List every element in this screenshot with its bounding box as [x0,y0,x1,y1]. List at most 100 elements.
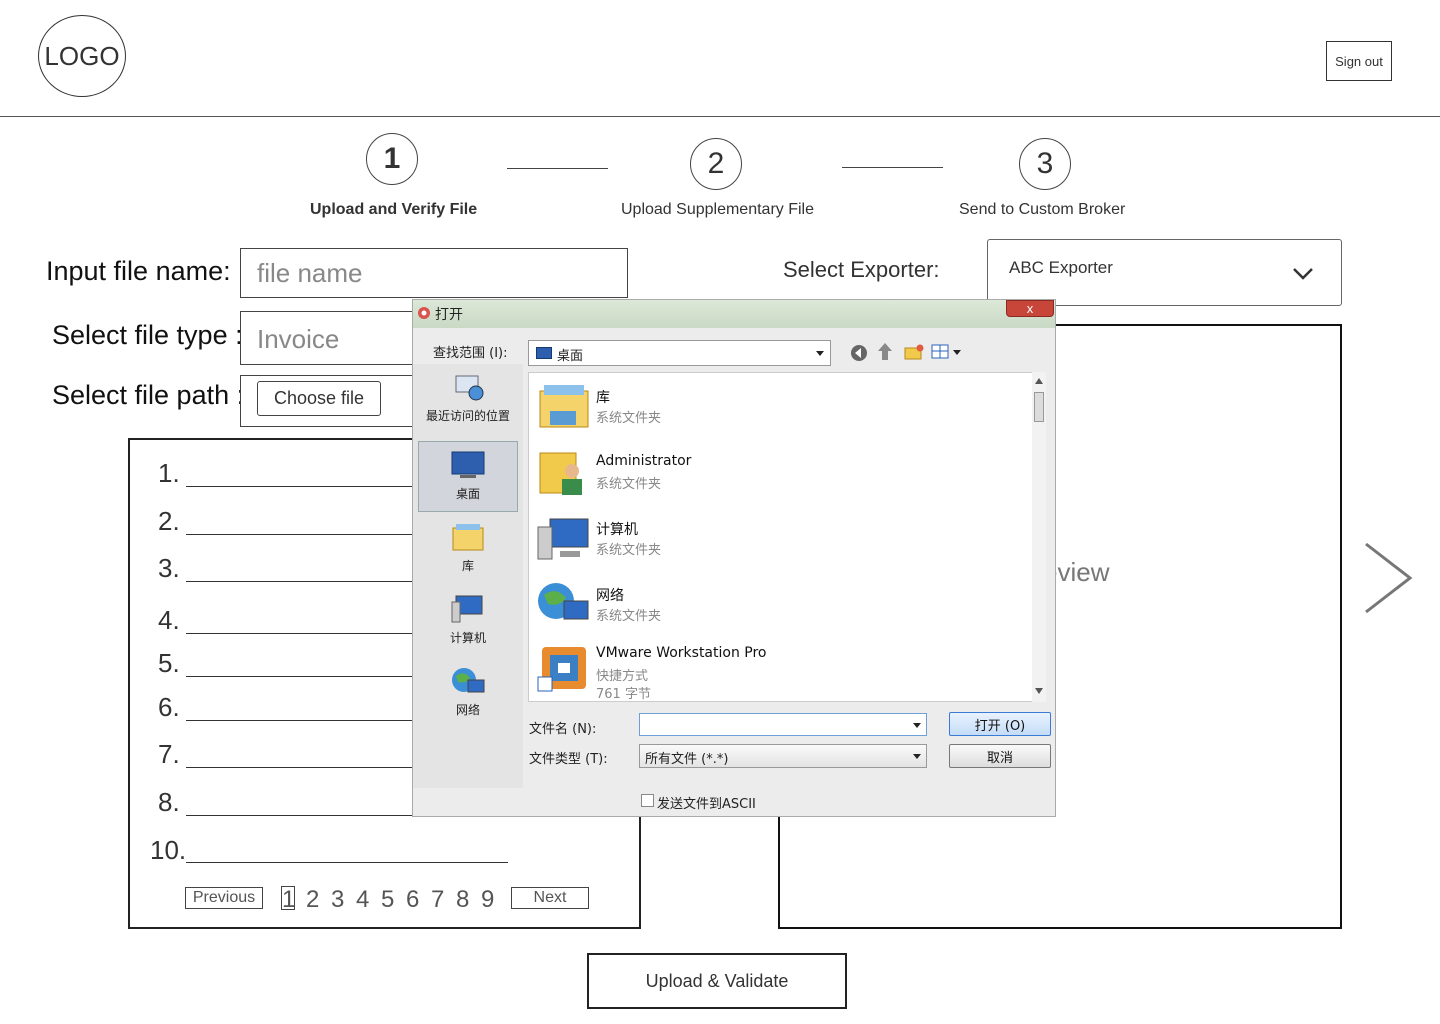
dialog-file-type-select[interactable]: 所有文件 (*.*) [639,744,927,768]
file-path-label: Select file path : [52,380,245,410]
file-name: VMware Workstation Pro [596,645,767,661]
next-page-button[interactable]: Next [511,887,589,909]
chevron-down-icon [816,351,824,356]
sidebar-item-label: 库 [461,559,474,573]
page-link[interactable]: 4 [356,886,369,914]
list-line [186,486,412,487]
list-line [186,720,412,721]
file-name-label: Input file name: [46,256,231,286]
header-divider [0,116,1440,117]
file-size: 761 字节 [596,687,651,702]
look-in-combo[interactable]: 桌面 [528,340,831,366]
page-link[interactable]: 1 [282,886,295,914]
chevron-down-icon [913,754,921,759]
file-name: Administrator [596,453,692,469]
file-name: 库 [596,390,610,406]
file-item-vmware[interactable]: VMware Workstation Pro 快捷方式 761 字节 [534,635,1004,702]
step-3-label: Send to Custom Broker [959,201,1126,218]
sign-out-button[interactable]: Sign out [1326,41,1392,81]
recent-places-icon [455,375,484,401]
list-number: 6. [158,692,180,722]
step-1-circle: 1 [366,133,418,185]
scroll-thumb[interactable] [1034,392,1044,422]
dialog-cancel-button[interactable]: 取消 [949,744,1051,768]
network-icon [538,583,589,620]
previous-page-button[interactable]: Previous [185,887,263,909]
logo: LOGO [38,15,126,97]
look-in-value: 桌面 [557,349,584,364]
network-icon [452,668,485,693]
file-type: 系统文件夹 [596,543,662,558]
page-link[interactable]: 8 [456,886,469,914]
step-1-label: Upload and Verify File [310,201,478,218]
dialog-title: 打开 [435,307,463,323]
sidebar-item-libraries[interactable]: 库 [418,522,518,574]
page-link[interactable]: 2 [306,886,319,914]
sidebar-item-label: 计算机 [449,631,486,645]
list-number: 7. [158,739,180,769]
close-icon[interactable]: x [1006,300,1054,317]
desktop-icon [536,347,552,359]
step-2-label: Upload Supplementary File [621,201,814,218]
file-item-computer[interactable]: 计算机 系统文件夹 [534,505,1004,567]
ascii-checkbox[interactable] [641,794,654,807]
file-type: 系统文件夹 [596,477,662,492]
list-line [186,676,412,677]
scroll-up-icon[interactable] [1035,378,1043,384]
vmware-shortcut-icon [537,647,586,692]
sidebar-item-recent-places[interactable]: 最近访问的位置 [418,372,518,424]
exporter-selected-value: ABC Exporter [1009,258,1113,277]
step-2-circle: 2 [690,138,742,190]
page-link[interactable]: 6 [406,886,419,914]
dialog-file-type-label: 文件类型 (T): [529,752,608,767]
page-link[interactable]: 5 [381,886,394,914]
list-line [186,767,412,768]
sidebar-item-computer[interactable]: 计算机 [418,594,518,646]
file-list-scrollbar[interactable] [1032,372,1046,702]
page-link[interactable]: 3 [331,886,344,914]
step-3-circle: 3 [1019,138,1071,190]
file-item-network[interactable]: 网络 系统文件夹 [534,571,1004,633]
page-link[interactable]: 7 [431,886,444,914]
file-type-value: Invoice [257,324,340,354]
file-item-administrator[interactable]: Administrator 系统文件夹 [534,439,1004,501]
choose-file-button[interactable]: Choose file [257,381,381,416]
back-icon[interactable] [849,343,869,363]
chevron-down-icon[interactable] [912,722,922,730]
step-connector-2 [842,167,943,168]
sidebar-item-desktop[interactable]: 桌面 [418,441,518,512]
sidebar-item-network[interactable]: 网络 [418,666,518,718]
list-number: 8. [158,787,180,817]
desktop-icon [451,451,485,478]
libraries-folder-icon [539,385,589,428]
exporter-select[interactable]: ABC Exporter [987,239,1342,306]
sidebar-item-label: 桌面 [455,487,480,501]
dialog-file-name-input[interactable] [639,713,927,736]
file-type-label: Select file type : [52,320,243,350]
scroll-down-icon[interactable] [1035,688,1043,694]
view-menu-icon[interactable] [931,343,965,361]
dialog-titlebar [413,300,1055,328]
file-type: 系统文件夹 [596,609,662,624]
file-item-libraries[interactable]: 库 系统文件夹 [534,373,1004,435]
app-icon [418,307,430,319]
list-number: 2. [158,506,180,536]
new-folder-icon[interactable] [903,343,925,361]
chevron-down-icon [1293,268,1313,280]
libraries-icon [452,524,484,551]
sidebar-item-label: 最近访问的位置 [425,409,510,423]
up-folder-icon[interactable] [875,341,895,363]
chevron-right-icon[interactable] [1360,540,1420,620]
list-line [186,815,412,816]
step-connector-1 [507,168,608,169]
page-link[interactable]: 9 [481,886,494,914]
list-number: 3. [158,553,180,583]
dialog-open-button[interactable]: 打开 (O) [949,712,1051,736]
list-line [186,534,412,535]
file-name: 计算机 [596,522,638,538]
upload-validate-button[interactable]: Upload & Validate [587,953,847,1009]
list-number: 4. [158,605,180,635]
file-type: 快捷方式 [596,669,649,684]
list-line [186,862,508,863]
file-name-input[interactable]: file name [240,248,628,298]
